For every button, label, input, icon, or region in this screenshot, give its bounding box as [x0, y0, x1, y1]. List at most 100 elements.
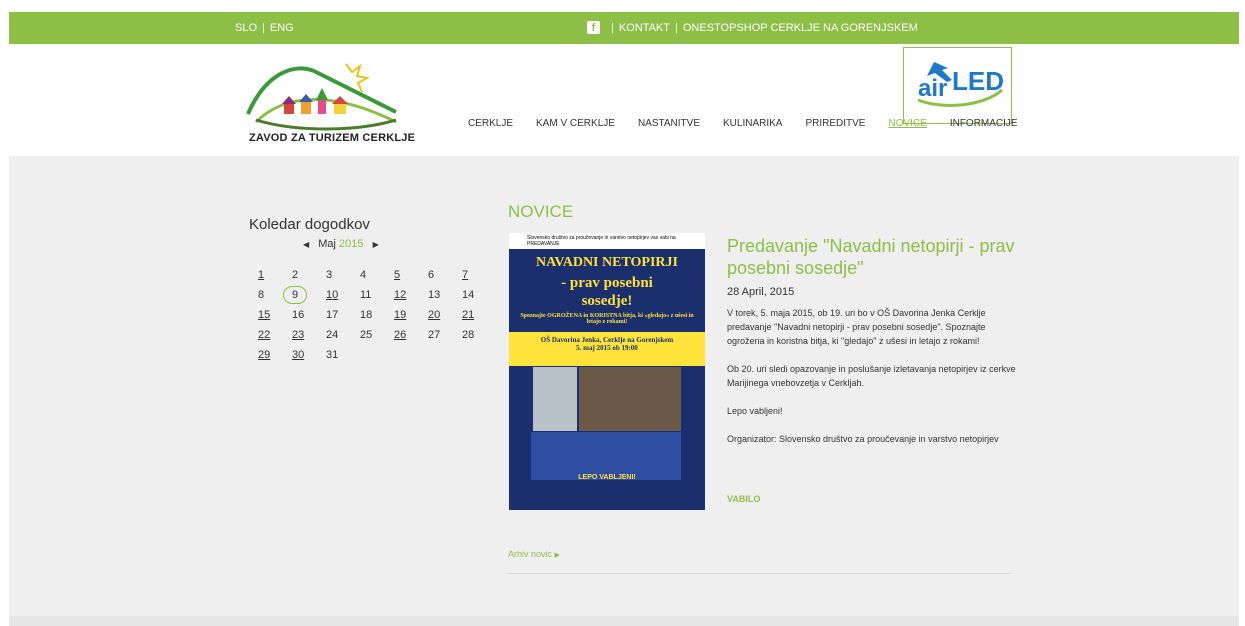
calendar-day[interactable]: 22: [250, 325, 284, 345]
calendar-day[interactable]: 10: [318, 285, 352, 305]
calendar-day: 28: [462, 329, 475, 341]
article-paragraph: Organizator: Slovensko društvo za prouče…: [727, 434, 999, 444]
calendar-day: 14: [462, 289, 475, 301]
divider: [508, 573, 1011, 574]
article-paragraph: Lepo vabljeni!: [727, 406, 783, 416]
poster-headline-3: sosedje!: [581, 293, 633, 309]
top-bar: SLO | ENG f | KONTAKT | ONESTOPSHOP CERKLJ…: [9, 12, 1239, 44]
calendar-day[interactable]: 21: [454, 305, 488, 325]
calendar-week-row: 1234567: [250, 265, 488, 285]
archive-link-label: Arhiv novic: [508, 549, 553, 559]
nav-nastanitve[interactable]: NASTANITVE: [638, 118, 700, 129]
svg-text:LED: LED: [952, 66, 1004, 96]
language-switcher: SLO | ENG: [235, 22, 294, 34]
article-paragraph: V torek, 5. maja 2015, ob 19. uri bo v O…: [727, 308, 986, 346]
calendar-day[interactable]: 19: [386, 305, 420, 325]
onestopshop-link[interactable]: ONESTOPSHOP CERKLJE NA GORENJSKEM: [683, 22, 918, 34]
calendar-day[interactable]: 23: [284, 325, 318, 345]
calendar-day[interactable]: 12: [386, 285, 420, 305]
arrow-right-icon: ▶: [554, 552, 560, 559]
calendar-day: 2: [292, 269, 299, 281]
calendar-empty-cell: [420, 345, 454, 365]
page-frame: SLO | ENG f | KONTAKT | ONESTOPSHOP CERKLJ…: [9, 12, 1239, 626]
poster-venue: OŠ Davorina Jenka, Cerklje na Gorenjskem: [540, 336, 674, 344]
calendar-day[interactable]: 15: [250, 305, 284, 325]
airled-banner[interactable]: air LED: [903, 47, 1012, 124]
calendar-week-row: 8 9 10 11 12 13 14: [250, 285, 488, 305]
calendar-day: 27: [428, 329, 441, 341]
calendar-day: 18: [360, 309, 373, 321]
event-poster-image[interactable]: Slovensko društvo za proučevanje in vars…: [509, 233, 705, 510]
calendar-day: 3: [326, 269, 333, 281]
lang-separator: |: [262, 22, 265, 34]
calendar-day[interactable]: 20: [420, 305, 454, 325]
calendar-week-row: 29 30 31: [250, 345, 488, 365]
lang-eng-link[interactable]: ENG: [270, 22, 294, 34]
header: ZAVOD ZA TURIZEM CERKLJE air LED CERKLJE…: [9, 44, 1239, 156]
calendar-day: 11: [360, 289, 372, 301]
poster-blurb: [531, 432, 681, 480]
footer: [9, 616, 1239, 626]
calendar-day[interactable]: 29: [250, 345, 284, 365]
calendar-day: 4: [360, 269, 367, 281]
calendar-empty-cell: [454, 345, 488, 365]
calendar-day[interactable]: 1: [250, 265, 284, 285]
poster-subtitle: Spoznajte OGROŽENA in KORISTNA bitja, ki…: [520, 313, 694, 325]
nav-cerklje[interactable]: CERKLJE: [468, 118, 513, 129]
calendar-day[interactable]: 30: [284, 345, 318, 365]
poster-church-photo: [533, 367, 577, 431]
calendar-day: 9: [283, 285, 318, 305]
top-links: f | KONTAKT | ONESTOPSHOP CERKLJE NA GOR…: [587, 21, 918, 34]
logo-text: ZAVOD ZA TURIZEM CERKLJE: [249, 132, 416, 144]
calendar-year: 2015: [339, 238, 364, 250]
calendar-table: 1 2 3 4 5 6 7 8 9 10 11 12 13 14 15 16 17 18 19 20 21 22 23 24 2…: [250, 265, 488, 365]
poster-datetime: 5. maj 2015 ob 19:00: [576, 344, 638, 352]
article-paragraph: Ob 20. uri sledi opazovanje in poslušanj…: [727, 364, 1016, 388]
nav-kulinarika[interactable]: KULINARIKA: [723, 118, 782, 129]
contact-link[interactable]: KONTAKT: [619, 22, 670, 34]
article-title[interactable]: Predavanje "Navadni netopirji - prav pos…: [727, 235, 1017, 279]
next-month-icon[interactable]: ▶: [367, 240, 385, 249]
nav-informacije[interactable]: INFORMACIJE: [950, 118, 1018, 129]
nav-novice[interactable]: NOVICE: [888, 118, 926, 129]
airled-logo: air LED: [917, 62, 1004, 107]
article-body: V torek, 5. maja 2015, ob 19. uri bo v O…: [727, 306, 1017, 460]
lang-slo-link[interactable]: SLO: [235, 22, 257, 34]
main-nav: CERKLJE KAM V CERKLJE NASTANITVE KULINAR…: [468, 118, 1041, 129]
calendar-day: 6: [428, 269, 435, 281]
prev-month-icon[interactable]: ◀: [297, 240, 315, 249]
calendar-day[interactable]: 7: [454, 265, 488, 285]
calendar-day: 16: [292, 309, 305, 321]
archive-link[interactable]: Arhiv novic ▶: [508, 549, 560, 559]
poster-closing: LEPO VABLJENI!: [578, 474, 636, 481]
calendar-month-nav: ◀ Maj 2015 ▶: [297, 238, 385, 250]
calendar-empty-cell: [352, 345, 386, 365]
nav-kam-v-cerklje[interactable]: KAM V CERKLJE: [536, 118, 615, 129]
calendar-month: Maj: [318, 238, 336, 250]
calendar-day: 17: [326, 309, 339, 321]
nav-prireditve[interactable]: PRIREDITVE: [805, 118, 865, 129]
calendar-empty-cell: [386, 345, 420, 365]
calendar-day: 31: [326, 349, 339, 361]
calendar-title: Koledar dogodkov: [249, 216, 370, 233]
section-title: NOVICE: [508, 202, 574, 221]
calendar-day: 13: [428, 289, 441, 301]
calendar-day[interactable]: 5: [386, 265, 420, 285]
calendar-day: 24: [326, 329, 339, 341]
poster-bat-photo: [579, 367, 681, 431]
poster-venue-band: OŠ Davorina Jenka, Cerklje na Gorenjskem…: [509, 332, 705, 366]
calendar-day: 25: [360, 329, 373, 341]
article-date: 28 April, 2015: [727, 286, 795, 298]
svg-text:air: air: [918, 75, 947, 102]
calendar-day[interactable]: 26: [386, 325, 420, 345]
calendar-week-row: 15 16 17 18 19 20 21: [250, 305, 488, 325]
facebook-icon[interactable]: f: [587, 21, 600, 34]
calendar-week-row: 22 23 24 25 26 27 28: [250, 325, 488, 345]
poster-headline-2: - prav posebni: [561, 275, 653, 291]
calendar-day: 8: [258, 289, 265, 301]
top-separator: |: [611, 21, 614, 34]
top-separator: |: [675, 21, 678, 34]
calendar-grid: 1 2 3 4 5 6 7 8 9 10 11 12 13 14 15 16 17 18 19 20 21 22 23 24 2…: [250, 265, 488, 365]
poster-headline-1: NAVADNI NETOPIRJI: [536, 255, 678, 270]
vabilo-link[interactable]: VABILO: [727, 494, 760, 504]
